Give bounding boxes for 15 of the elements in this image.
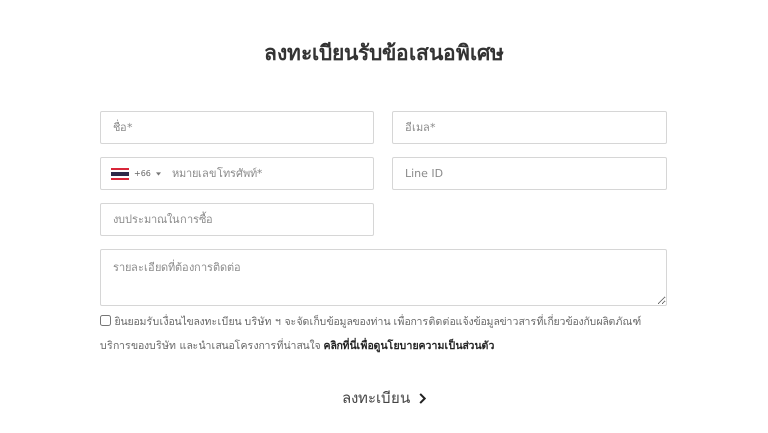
input-field[interactable]: งบประมาณในการซื้อ bbox=[100, 203, 374, 236]
form-title: ลงทะเบียนรับข้อเสนอพิเศษ bbox=[263, 40, 505, 67]
flag-icon[interactable] bbox=[111, 168, 129, 180]
message-field[interactable]: รายละเอียดที่ต้องการติดต่อ bbox=[100, 249, 667, 306]
register-button[interactable]: ลงทะเบียน bbox=[336, 382, 432, 414]
input-field[interactable]: อีเมล* bbox=[392, 111, 667, 144]
consent-checkbox[interactable] bbox=[100, 315, 111, 326]
country-code[interactable]: +66 bbox=[134, 169, 151, 178]
input-field[interactable]: ชื่อ* bbox=[100, 111, 374, 144]
phone-field[interactable]: +66 หมายเลขโทรศัพท์* bbox=[100, 157, 374, 190]
input-field[interactable]: Line ID bbox=[392, 157, 667, 190]
privacy-link[interactable]: คลิกที่นี่เพื่อดูนโยบายความเป็นส่วนตัว bbox=[324, 340, 495, 352]
caret-icon[interactable] bbox=[156, 172, 161, 176]
chevron-right-icon[interactable] bbox=[418, 392, 426, 404]
consent-text: ยินยอมรับเงื่อนไขลงทะเบียน บริษัท ฯ จะจัดเก็บข้อมูลของท่าน เพื่อการติดต่อแจ้งข้อมูลข่าวสารที่เกี่ยวข้องกับผลิตภัณฑ์ บริการของบริษัท และนำเสนอโครงการที่น่าสนใจ คลิกที่นี่เพื่อดูนโยบายความเป็นส่วนตัว bbox=[100, 313, 643, 354]
